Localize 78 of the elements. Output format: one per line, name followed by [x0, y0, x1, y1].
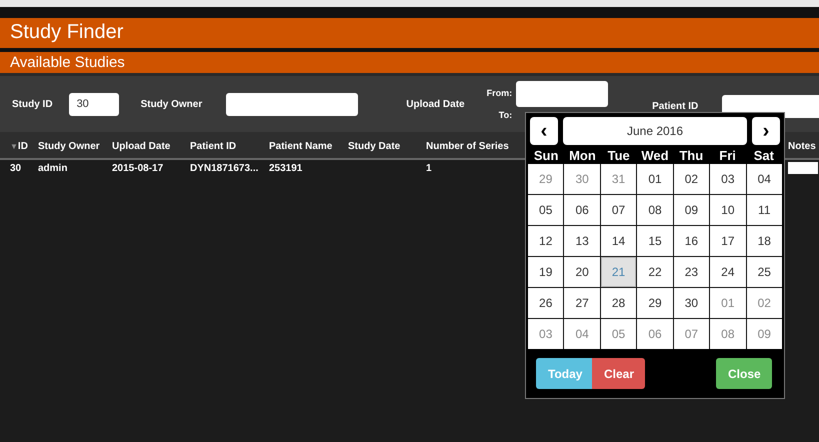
field-label: Study ID	[12, 98, 53, 110]
weekday-label: Sat	[752, 147, 775, 164]
day-cell[interactable]: 03	[710, 164, 746, 194]
day-cell[interactable]: 06	[564, 195, 600, 225]
day-cell[interactable]: 18	[746, 226, 782, 256]
day-cell[interactable]: 24	[710, 257, 746, 287]
table-cell: 2015-08-17	[112, 162, 164, 174]
table-cell: 30	[10, 162, 22, 174]
table-cell: 253191	[269, 162, 302, 174]
day-cell[interactable]: 10	[710, 195, 746, 225]
day-cell[interactable]: 04	[746, 164, 782, 194]
day-cell[interactable]: 08	[637, 195, 673, 225]
field-label: Patient ID	[652, 100, 698, 112]
weekday-label: Thu	[678, 147, 704, 164]
table-cell: admin	[38, 162, 68, 174]
table-cell: DYN1871673...	[190, 162, 258, 174]
column-header[interactable]: Upload Date	[112, 140, 170, 152]
day-cell[interactable]: 04	[564, 319, 600, 349]
column-header[interactable]: Patient Name	[269, 140, 332, 152]
day-cell[interactable]: 03	[528, 319, 564, 349]
day-cell[interactable]: 25	[746, 257, 782, 287]
column-header[interactable]: ID	[18, 140, 28, 152]
from-date-field[interactable]	[516, 81, 608, 107]
weekday-label: Wed	[640, 147, 670, 164]
day-cell[interactable]: 15	[637, 226, 673, 256]
day-cell[interactable]: 01	[710, 288, 746, 318]
column-header[interactable]: Notes	[788, 140, 816, 152]
field-label: Study Owner	[140, 98, 202, 110]
clear-button[interactable]: Clear	[592, 358, 645, 389]
field-label: To:	[498, 110, 512, 120]
day-cell[interactable]: 31	[600, 164, 636, 194]
table-cell: 1	[426, 162, 432, 174]
study-id-field[interactable]: 30	[68, 92, 119, 116]
study-owner-field[interactable]	[226, 92, 358, 116]
month-title[interactable]: June 2016	[563, 117, 747, 145]
day-cell[interactable]: 16	[674, 226, 710, 256]
weekday-label: Sun	[532, 147, 560, 164]
day-cell[interactable]: 07	[600, 195, 636, 225]
day-cell[interactable]: 02	[674, 164, 710, 194]
day-cell[interactable]: 30	[674, 288, 710, 318]
day-cell[interactable]: 08	[710, 319, 746, 349]
weekday-label: Tue	[606, 147, 631, 164]
day-cell[interactable]: 29	[637, 288, 673, 318]
day-cell[interactable]: 14	[600, 226, 636, 256]
section-title: Available Studies	[0, 52, 819, 76]
day-cell[interactable]: 20	[564, 257, 600, 287]
column-header[interactable]: Number of Series	[426, 140, 509, 152]
day-cell[interactable]: 26	[528, 288, 564, 318]
day-cell[interactable]: 06	[637, 319, 673, 349]
sort-icon[interactable]: ▼	[10, 142, 18, 150]
day-cell[interactable]: 30	[564, 164, 600, 194]
day-cell[interactable]: 19	[528, 257, 564, 287]
previous-month-button[interactable]: ‹	[530, 117, 558, 145]
day-cell[interactable]: 09	[674, 195, 710, 225]
day-cell[interactable]: 23	[674, 257, 710, 287]
day-cell[interactable]: 17	[710, 226, 746, 256]
notes-field[interactable]	[788, 162, 818, 174]
day-cell[interactable]: 07	[674, 319, 710, 349]
day-cell[interactable]: 09	[746, 319, 782, 349]
day-cell[interactable]: 28	[600, 288, 636, 318]
day-cell[interactable]: 12	[528, 226, 564, 256]
weekday-label: Mon	[568, 147, 597, 164]
day-cell[interactable]: 27	[564, 288, 600, 318]
day-cell[interactable]: 05	[528, 195, 564, 225]
day-cell[interactable]: 13	[564, 226, 600, 256]
weekday-label: Fri	[718, 147, 737, 164]
day-cell[interactable]: 22	[637, 257, 673, 287]
next-month-button[interactable]: ›	[752, 117, 780, 145]
day-cell[interactable]: 01	[637, 164, 673, 194]
column-header[interactable]: Study Owner	[38, 140, 100, 152]
field-label: Upload Date	[406, 98, 465, 110]
column-header[interactable]: Patient ID	[190, 140, 236, 152]
field-label: From:	[486, 88, 512, 98]
day-cell[interactable]: 05	[600, 319, 636, 349]
day-cell[interactable]: 11	[746, 195, 782, 225]
day-cell[interactable]: 29	[528, 164, 564, 194]
day-cell[interactable]: 02	[746, 288, 782, 318]
column-header[interactable]: Study Date	[348, 140, 400, 152]
